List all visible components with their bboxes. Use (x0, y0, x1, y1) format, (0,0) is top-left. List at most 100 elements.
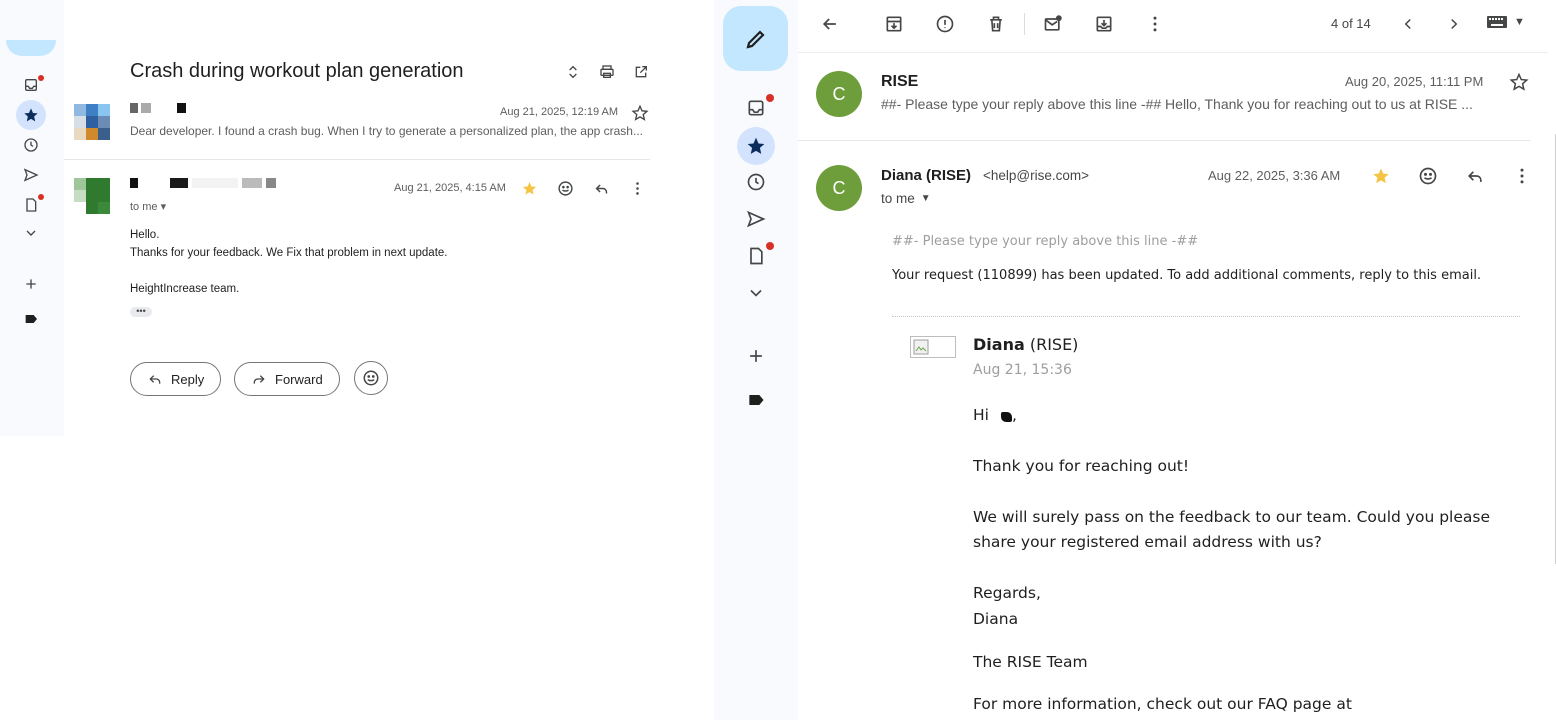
expand-all-icon[interactable] (563, 62, 583, 82)
sender-name: Diana (RISE) (881, 167, 972, 184)
reply-label: Reply (171, 371, 205, 387)
more-vert-icon[interactable] (1510, 164, 1534, 188)
quoted-faq-line: For more information, check out our FAQ … (973, 695, 1352, 713)
body-line: Hello. (130, 229, 160, 241)
more-chevron-icon[interactable] (20, 222, 42, 244)
compose-button-partial[interactable] (6, 40, 56, 56)
emoji-reaction-icon[interactable] (1416, 164, 1440, 188)
quoted-signer: Diana (973, 610, 1019, 628)
label-icon[interactable] (20, 308, 42, 330)
message-toolbar (814, 8, 1171, 40)
forward-button[interactable]: Forward (234, 362, 340, 396)
snoozed-icon[interactable] (20, 134, 42, 156)
quoted-greeting: Hi, (973, 403, 1518, 428)
sender-email: <help@rise.com> (983, 168, 1090, 183)
input-tools-toggle[interactable]: ▼ (1486, 14, 1525, 30)
message-date: Aug 20, 2025, 11:11 PM (1345, 74, 1484, 89)
sent-icon[interactable] (744, 207, 768, 231)
keyboard-icon (1487, 16, 1507, 28)
message-count: 4 of 14 (1331, 16, 1371, 31)
email-subject: Crash during workout plan generation (130, 60, 464, 82)
body-line (130, 262, 447, 280)
emoji-reaction-button[interactable] (354, 361, 388, 395)
add-label-icon[interactable] (20, 273, 42, 295)
older-chevron-right-icon[interactable] (1442, 12, 1466, 36)
sender-avatar: C (816, 165, 862, 211)
message-date: Aug 21, 2025, 4:15 AM (394, 182, 506, 194)
pencil-icon (745, 29, 765, 49)
print-icon[interactable] (597, 62, 617, 82)
redacted-name-mark (1000, 412, 1012, 422)
sender-name-redacted (130, 178, 276, 188)
right-nav-rail (714, 0, 798, 720)
move-to-icon[interactable] (1088, 8, 1120, 40)
open-new-window-icon[interactable] (631, 62, 651, 82)
recipient-toggle[interactable]: to me ▾ (130, 200, 166, 213)
delete-icon[interactable] (980, 8, 1012, 40)
forward-label: Forward (275, 371, 323, 387)
star-outline-icon[interactable] (631, 104, 649, 122)
recipient-label: to me (881, 191, 915, 206)
subject-actions (563, 62, 651, 82)
body-line: HeightIncrease team. (130, 283, 240, 295)
body-line: Thanks for your feedback. We Fix that pr… (130, 247, 448, 259)
chevron-down-icon: ▼ (1514, 16, 1525, 28)
more-chevron-icon[interactable] (744, 281, 768, 305)
reply-icon (149, 375, 161, 384)
left-nav-rail (0, 0, 64, 436)
greeting-punct: , (1011, 406, 1017, 424)
message-snippet[interactable]: Dear developer. I found a crash bug. Whe… (130, 124, 650, 138)
star-outline-icon[interactable] (1509, 72, 1529, 92)
back-arrow-icon[interactable] (814, 8, 846, 40)
sender-avatar: C (816, 71, 862, 117)
quoted-paragraph: We will surely pass on the feedback to o… (973, 508, 1490, 551)
request-update-line: Your request (110899) has been updated. … (892, 268, 1482, 283)
reply-marker: ##- Please type your reply above this li… (892, 234, 1199, 249)
add-label-icon[interactable] (744, 344, 768, 368)
more-vert-icon[interactable] (627, 178, 647, 198)
quoted-sender-rest: (RISE) (1024, 335, 1079, 354)
starred-icon[interactable] (737, 127, 775, 165)
divider (798, 140, 1530, 141)
sent-icon[interactable] (20, 164, 42, 186)
emoji-icon (363, 370, 379, 386)
greeting-word: Hi (973, 406, 989, 424)
unread-dot (766, 94, 774, 102)
inbox-icon[interactable] (744, 96, 768, 120)
report-spam-icon[interactable] (929, 8, 961, 40)
recipient-label: to me (130, 201, 158, 213)
quoted-sender: Diana (RISE) (973, 335, 1078, 354)
toolbar-divider (1024, 13, 1025, 35)
unread-dot (38, 75, 44, 81)
recipient-toggle[interactable]: to me ▼ (881, 191, 931, 206)
drafts-icon[interactable] (744, 244, 768, 268)
quoted-sender-first: Diana (973, 335, 1025, 354)
sender-avatar (74, 178, 110, 214)
message-body: Hello. Thanks for your feedback. We Fix … (130, 226, 447, 298)
more-vert-icon[interactable] (1139, 8, 1171, 40)
show-trimmed-content-button[interactable]: ••• (130, 307, 152, 317)
star-filled-icon[interactable] (519, 178, 539, 198)
message-snippet[interactable]: ##- Please type your reply above this li… (881, 96, 1521, 112)
quote-divider (892, 316, 1520, 317)
reply-icon[interactable] (591, 178, 611, 198)
chevron-down-icon: ▾ (160, 201, 167, 213)
message-date: Aug 21, 2025, 12:19 AM (500, 106, 619, 118)
quoted-paragraph: Thank you for reaching out! (973, 457, 1190, 475)
forward-icon (253, 375, 265, 384)
mark-unread-icon[interactable] (1037, 8, 1069, 40)
label-icon[interactable] (744, 388, 768, 412)
snoozed-icon[interactable] (744, 170, 768, 194)
sender-avatar (74, 104, 110, 140)
compose-button[interactable] (723, 6, 788, 71)
newer-chevron-left-icon[interactable] (1396, 12, 1420, 36)
reply-icon[interactable] (1463, 164, 1487, 188)
message-actions (519, 178, 647, 198)
starred-icon[interactable] (16, 100, 46, 130)
star-filled-icon[interactable] (1369, 164, 1393, 188)
broken-image-icon (910, 336, 956, 358)
sender-name: RISE (881, 73, 919, 90)
emoji-reaction-icon[interactable] (555, 178, 575, 198)
reply-button[interactable]: Reply (130, 362, 222, 396)
archive-icon[interactable] (878, 8, 910, 40)
